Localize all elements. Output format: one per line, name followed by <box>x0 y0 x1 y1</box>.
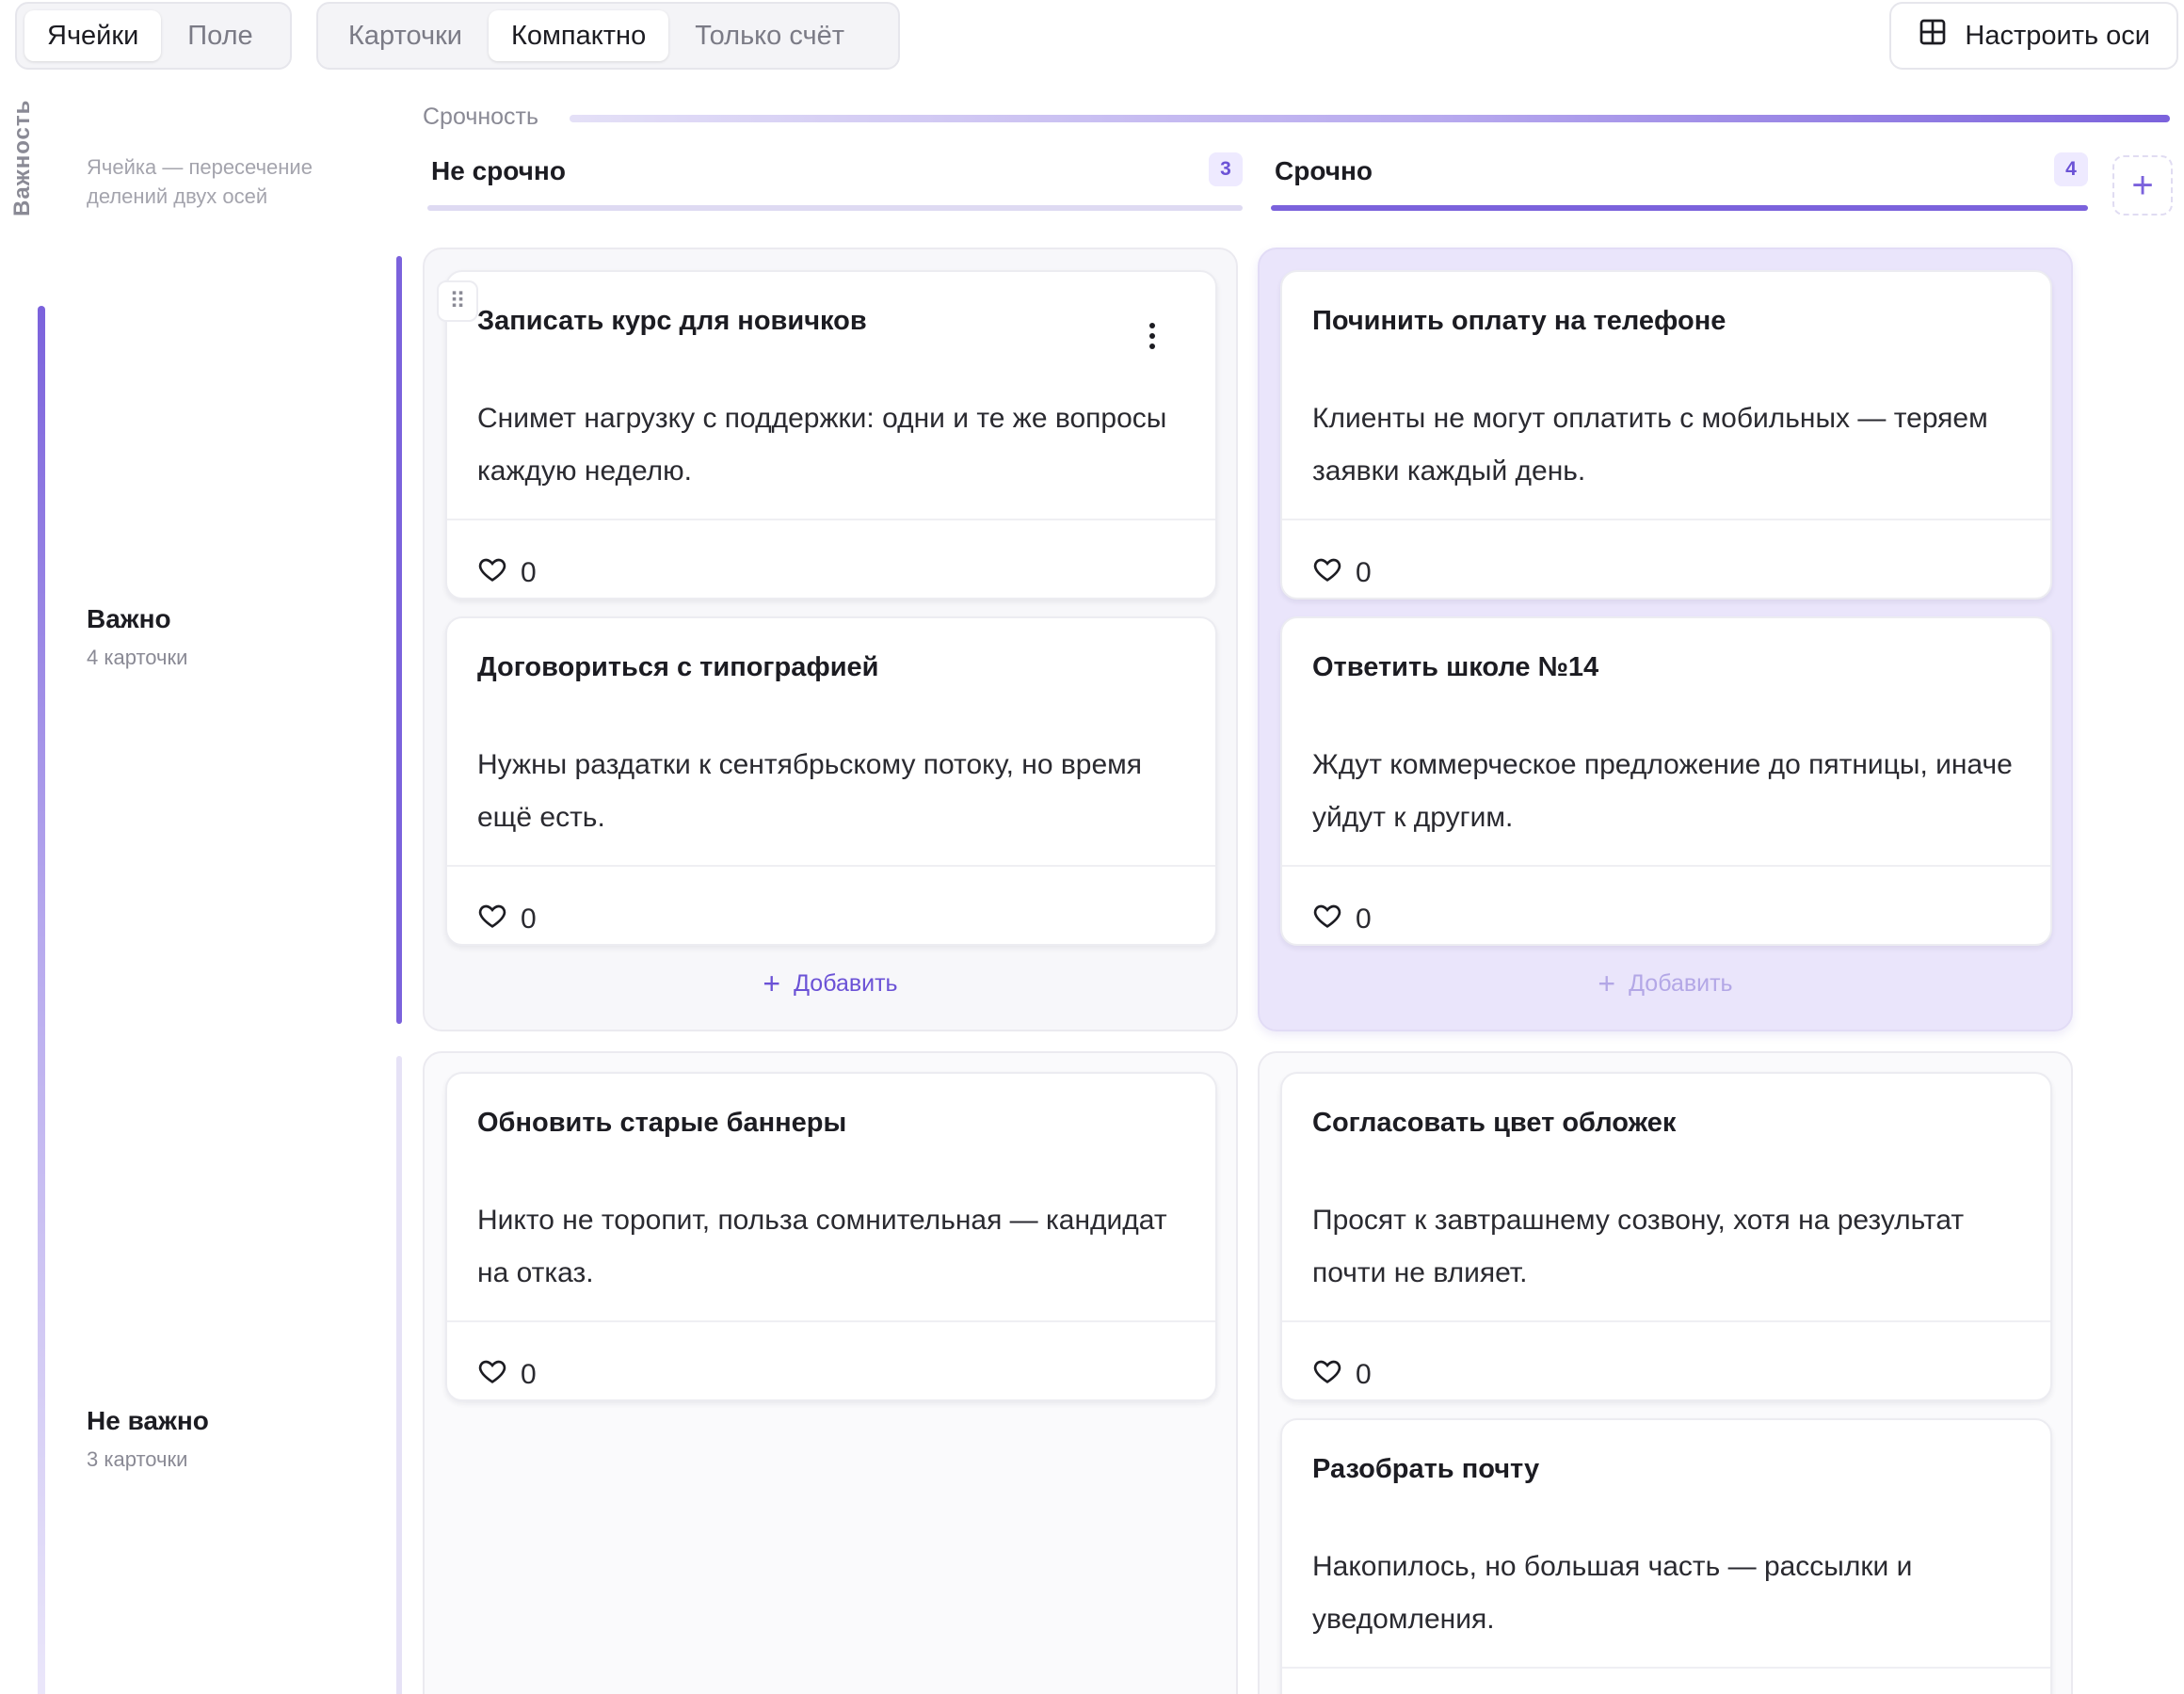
add-card-button[interactable]: + Добавить <box>425 968 1236 999</box>
row-indicator-unimportant <box>396 1056 402 1694</box>
cell-important-urgent: Починить оплату на телефоне Клиенты не м… <box>1258 248 2073 1031</box>
drag-handle-icon[interactable]: ⠿ <box>437 280 478 322</box>
row-name: Важно <box>87 604 171 633</box>
like-button[interactable]: 0 <box>477 554 537 592</box>
like-button[interactable]: 0 <box>1312 1356 1372 1394</box>
column-underline <box>1271 205 2088 211</box>
like-count: 0 <box>521 903 537 935</box>
like-button[interactable]: 0 <box>477 1356 537 1394</box>
like-count: 0 <box>1356 1359 1372 1390</box>
card-title: Договориться с типографией <box>477 652 879 682</box>
task-card[interactable]: Починить оплату на телефоне Клиенты не м… <box>1280 270 2052 599</box>
task-card[interactable]: Договориться с типографией Нужны раздатк… <box>445 616 1217 946</box>
column-header-not-urgent[interactable]: Не срочно 3 <box>427 152 1243 211</box>
heart-icon <box>1312 1356 1342 1394</box>
more-options-icon[interactable] <box>1138 317 1166 355</box>
card-divider <box>447 519 1215 520</box>
card-divider <box>1282 1320 2050 1322</box>
density-option-compact[interactable]: Компактно <box>488 10 669 61</box>
row-card-count: 3 карточки <box>87 1447 188 1471</box>
heart-icon <box>477 901 507 938</box>
card-divider <box>1282 865 2050 867</box>
like-count: 0 <box>521 557 537 588</box>
row-indicator-important <box>396 256 402 1024</box>
card-divider <box>447 1320 1215 1322</box>
like-button[interactable]: 0 <box>1312 554 1372 592</box>
heart-icon <box>1312 901 1342 938</box>
column-header-urgent[interactable]: Срочно 4 <box>1271 152 2088 211</box>
column-count-badge: 3 <box>1209 152 1243 186</box>
card-title: Ответить школе №14 <box>1312 652 1599 682</box>
heart-icon <box>477 1356 507 1394</box>
task-card[interactable]: Разобрать почту Накопилось, но большая ч… <box>1280 1418 2052 1694</box>
heart-icon <box>477 554 507 592</box>
card-description: Нужны раздатки к сентябрьскому потоку, н… <box>477 749 1143 833</box>
card-title: Починить оплату на телефоне <box>1312 306 1726 336</box>
row-card-count: 4 карточки <box>87 646 188 669</box>
row-name: Не важно <box>87 1406 209 1435</box>
column-name: Срочно <box>1275 156 1373 185</box>
configure-axes-button[interactable]: Настроить оси <box>1889 2 2178 70</box>
card-description: Снимет нагрузку с поддержки: одни и те ж… <box>477 403 1167 487</box>
configure-axes-label: Настроить оси <box>1965 20 2150 51</box>
cell-unimportant-urgent: Согласовать цвет обложек Просят к завтра… <box>1258 1051 2073 1694</box>
row-header-important[interactable]: Важно 4 карточки <box>87 604 187 670</box>
density-option-cards[interactable]: Карточки <box>326 10 485 61</box>
plus-icon: + <box>1598 967 1616 1000</box>
card-description: Клиенты не могут оплатить с мобильных — … <box>1312 403 1988 487</box>
card-title: Записать курс для новичков <box>477 306 867 336</box>
like-button[interactable]: 0 <box>477 901 537 938</box>
like-button[interactable]: 0 <box>1312 901 1372 938</box>
card-divider <box>1282 519 2050 520</box>
task-card[interactable]: Записать курс для новичков Снимет нагруз… <box>445 270 1217 599</box>
view-option-field[interactable]: Поле <box>165 10 275 61</box>
importance-axis-line <box>38 306 45 1694</box>
column-count-badge: 4 <box>2054 152 2088 186</box>
urgency-axis-label: Срочность <box>423 104 539 130</box>
add-card-label: Добавить <box>794 969 898 997</box>
like-count: 0 <box>1356 557 1372 588</box>
cell-important-not-urgent: Записать курс для новичков Снимет нагруз… <box>423 248 1238 1031</box>
heart-icon <box>1312 554 1342 592</box>
card-description: Никто не торопит, польза сомнительная — … <box>477 1205 1167 1288</box>
add-card-label: Добавить <box>1629 969 1733 997</box>
card-title: Согласовать цвет обложек <box>1312 1108 1677 1138</box>
cell-unimportant-not-urgent: Обновить старые баннеры Никто не торопит… <box>423 1051 1238 1694</box>
task-card[interactable]: Согласовать цвет обложек Просят к завтра… <box>1280 1072 2052 1401</box>
density-switch: Карточки Компактно Только счёт <box>316 2 900 70</box>
urgency-axis-line <box>570 115 2170 122</box>
card-title: Разобрать почту <box>1312 1454 1540 1484</box>
card-title: Обновить старые баннеры <box>477 1108 847 1138</box>
card-description: Ждут коммерческое предложение до пятницы… <box>1312 749 2013 833</box>
view-mode-switch: Ячейки Поле <box>15 2 292 70</box>
plus-icon: + <box>763 967 781 1000</box>
card-divider <box>1282 1667 2050 1669</box>
add-column-button[interactable]: + <box>2112 155 2173 216</box>
axes-hint: Ячейка — пересечение делений двух осей <box>87 155 313 208</box>
column-underline <box>427 205 1243 211</box>
card-description: Накопилось, но большая часть — рассылки … <box>1312 1551 1913 1635</box>
like-count: 0 <box>1356 903 1372 935</box>
card-description: Просят к завтрашнему созвону, хотя на ре… <box>1312 1205 1965 1288</box>
card-divider <box>447 865 1215 867</box>
add-card-button[interactable]: + Добавить <box>1260 968 2071 999</box>
column-name: Не срочно <box>431 156 566 185</box>
density-option-count-only[interactable]: Только счёт <box>672 10 867 61</box>
row-header-unimportant[interactable]: Не важно 3 карточки <box>87 1406 209 1472</box>
importance-axis-label: Важность <box>9 99 35 216</box>
task-card[interactable]: Обновить старые баннеры Никто не торопит… <box>445 1072 1217 1401</box>
grid-icon <box>1918 17 1948 55</box>
task-card[interactable]: Ответить школе №14 Ждут коммерческое пре… <box>1280 616 2052 946</box>
view-option-cells[interactable]: Ячейки <box>24 10 162 61</box>
like-count: 0 <box>521 1359 537 1390</box>
